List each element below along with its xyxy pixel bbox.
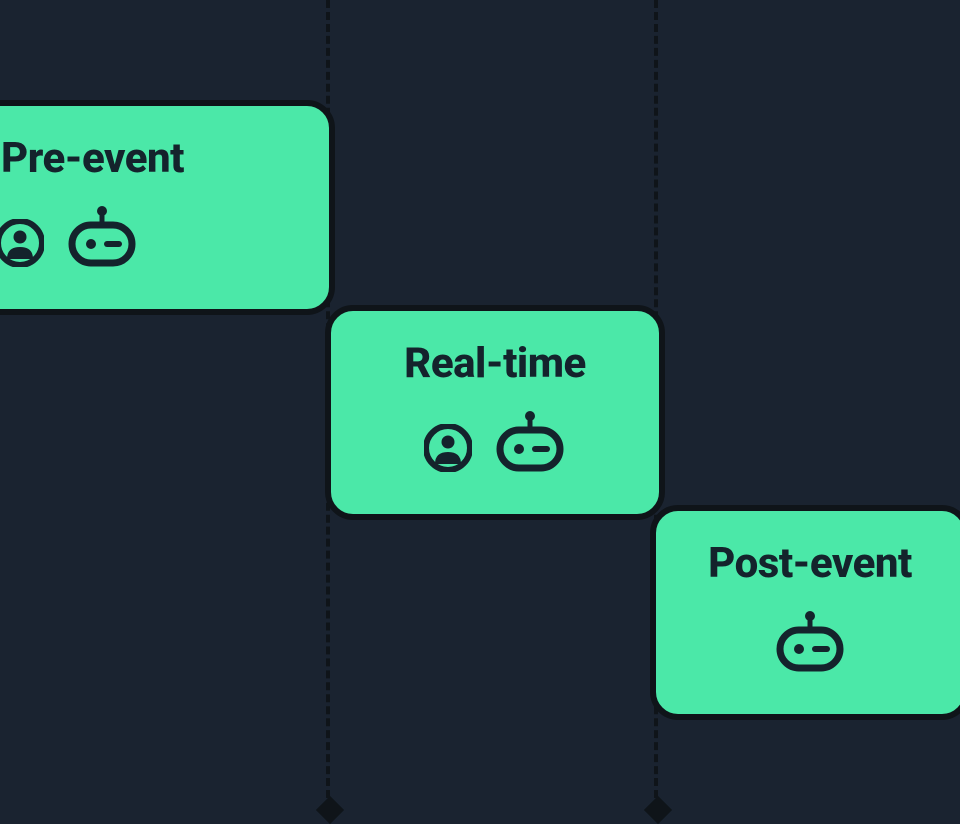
robot-icon — [66, 205, 138, 267]
icon-row — [0, 205, 138, 267]
person-icon — [0, 219, 44, 267]
icon-row — [774, 610, 846, 672]
phase-card-real-time: Real-time — [325, 305, 665, 520]
phase-card-pre-event: Pre-event — [0, 100, 335, 315]
phase-title: Post-event — [708, 539, 912, 588]
phase-card-post-event: Post-event — [650, 505, 960, 720]
phase-title: Pre-event — [1, 134, 184, 183]
phase-title: Real-time — [404, 339, 586, 388]
robot-icon — [494, 410, 566, 472]
icon-row — [424, 410, 566, 472]
robot-icon — [774, 610, 846, 672]
person-icon — [424, 424, 472, 472]
